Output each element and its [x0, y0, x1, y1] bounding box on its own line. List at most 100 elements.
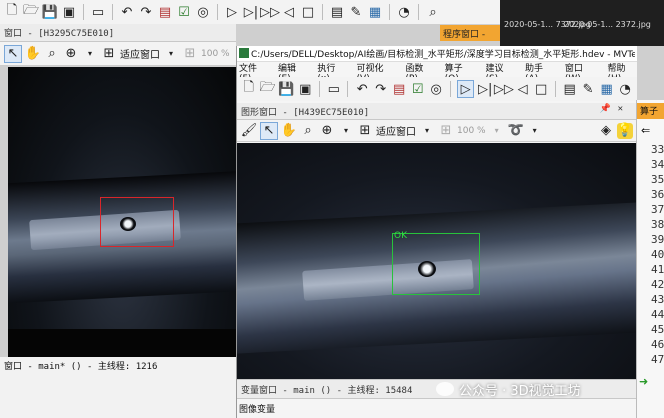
step-icon[interactable]: ▷|: [477, 81, 493, 97]
edit-icon[interactable]: ✎: [580, 81, 596, 97]
close-icon[interactable]: ✕: [618, 104, 623, 114]
fit-window-select[interactable]: 适应窗口: [376, 123, 416, 138]
menu-procedures[interactable]: 函数(P): [405, 61, 435, 84]
line-number: 37: [651, 203, 664, 216]
lightbulb-icon[interactable]: 💡: [617, 122, 633, 139]
run-icon[interactable]: ▷: [224, 4, 240, 20]
image-variables-tab[interactable]: 图像变量: [239, 402, 275, 415]
document-icon[interactable]: ▤: [329, 4, 345, 20]
clear-brush-icon[interactable]: 🖌: [241, 123, 258, 139]
chevron-down-icon[interactable]: ▾: [163, 46, 179, 62]
left-window-titlebar[interactable]: 窗口 - [H3295C75E010]: [0, 24, 236, 42]
chevron-down-icon[interactable]: ▾: [527, 123, 543, 139]
pointer-icon[interactable]: ↖: [260, 121, 278, 140]
timer-icon[interactable]: ◔: [617, 81, 633, 97]
record-icon[interactable]: ▭: [90, 4, 106, 20]
line-number: 44: [651, 308, 664, 321]
search-icon[interactable]: ⌕: [425, 4, 441, 20]
chevron-down-icon[interactable]: ▾: [338, 123, 354, 139]
chevron-down-icon[interactable]: ▾: [82, 46, 98, 62]
variables-tab-bar: 图像变量: [237, 399, 637, 418]
graphics-window-titlebar[interactable]: 图形窗口 - [H439EC75E010] 📌 ✕: [237, 103, 637, 120]
step-back-icon[interactable]: ◁: [515, 81, 531, 97]
main-window-titlebar[interactable]: C:/Users/DELL/Desktop/AI绘画/目标检测_水平矩形/深度学…: [237, 46, 637, 62]
canvas-dark-bottom: [8, 329, 236, 357]
redo-icon[interactable]: ↷: [138, 4, 154, 20]
variables-window-status: 变量窗口 - main () - 主线程: 15484: [241, 385, 413, 396]
undo-icon[interactable]: ↶: [354, 81, 370, 97]
back-arrow-icon[interactable]: ⇐: [641, 124, 650, 137]
zoom-in-icon[interactable]: ⊕: [319, 123, 335, 139]
edit-icon[interactable]: ✎: [348, 4, 364, 20]
pointer-icon[interactable]: ↖: [4, 44, 22, 63]
toolbar-separator: [449, 81, 451, 97]
main-window: C:/Users/DELL/Desktop/AI绘画/目标检测_水平矩形/深度学…: [236, 46, 637, 418]
step-icon[interactable]: ▷|: [243, 4, 259, 20]
operator-panel-titlebar[interactable]: 算子: [637, 103, 664, 119]
hand-icon[interactable]: ✋: [25, 46, 41, 62]
chevron-down-icon[interactable]: ▾: [419, 123, 435, 139]
line-number: 35: [651, 173, 664, 186]
save-all-icon[interactable]: ▣: [61, 4, 77, 20]
grid-icon[interactable]: ⊞: [438, 123, 454, 139]
grid-icon[interactable]: ⊞: [182, 46, 198, 62]
save-all-icon[interactable]: ▣: [298, 81, 314, 97]
document-icon[interactable]: ▤: [562, 81, 578, 97]
watermark-text: 公众号 · 3D视觉工坊: [459, 383, 581, 399]
line-number: 45: [651, 323, 664, 336]
draw-shape-icon[interactable]: ➰: [508, 123, 524, 139]
magnifier-icon[interactable]: ⌕: [44, 46, 60, 62]
open-icon[interactable]: 🗁: [23, 3, 39, 20]
menu-execute[interactable]: 执行(x): [317, 61, 347, 84]
program-icon[interactable]: ▤: [391, 81, 407, 97]
step-over-icon[interactable]: ▷▷: [494, 81, 514, 97]
binoculars-icon[interactable]: ◎: [195, 4, 211, 20]
chart-icon[interactable]: ▦: [599, 81, 615, 97]
layers-icon[interactable]: ◈: [598, 123, 614, 139]
main-image-canvas[interactable]: OK: [237, 143, 637, 379]
menu-window[interactable]: 窗口(W): [565, 61, 599, 84]
binoculars-icon[interactable]: ◎: [428, 81, 444, 97]
menu-help[interactable]: 帮助(H): [608, 61, 640, 84]
program-window-titlebar[interactable]: 程序窗口 -: [440, 25, 500, 41]
timer-icon[interactable]: ◔: [396, 4, 412, 20]
app-icon: [239, 48, 249, 58]
program-check-icon[interactable]: ☑: [176, 4, 192, 20]
pin-icon[interactable]: 📌: [600, 104, 611, 114]
zoom-field[interactable]: 100 %: [457, 126, 486, 136]
redo-icon[interactable]: ↷: [373, 81, 389, 97]
record-icon[interactable]: ▭: [326, 81, 342, 97]
menu-operators[interactable]: 算子(O): [445, 61, 477, 84]
fit-window-select[interactable]: 适应窗口: [120, 46, 160, 61]
menu-suggestions[interactable]: 建议(S): [485, 61, 516, 84]
run-icon[interactable]: ▷: [456, 80, 475, 98]
chevron-down-icon[interactable]: ▾: [489, 123, 505, 139]
save-icon[interactable]: 💾: [278, 81, 294, 97]
step-back-icon[interactable]: ◁: [281, 4, 297, 20]
new-file-icon[interactable]: 🗋: [4, 3, 20, 20]
magnifier-icon[interactable]: ⌕: [300, 123, 316, 139]
left-window-toolbar: ↖ ✋ ⌕ ⊕ ▾ ⊞ 适应窗口 ▾ ⊞ 100 %: [0, 42, 236, 66]
step-over-icon[interactable]: ▷▷: [260, 4, 280, 20]
left-window-status: 窗口 - main* () - 主线程: 1216: [4, 362, 158, 372]
file-name-2[interactable]: 2020-05-1... 2372.jpg: [564, 20, 651, 29]
menu-assistants[interactable]: 助手(A): [525, 61, 556, 84]
stop-icon[interactable]: □: [300, 4, 316, 20]
zoom-field[interactable]: 100 %: [201, 49, 230, 59]
chart-icon[interactable]: ▦: [367, 4, 383, 20]
hand-icon[interactable]: ✋: [281, 123, 297, 139]
save-icon[interactable]: 💾: [42, 4, 58, 20]
program-check-icon[interactable]: ☑: [410, 81, 426, 97]
program-icon[interactable]: ▤: [157, 4, 173, 20]
menu-visualize[interactable]: 可视化(V): [357, 61, 397, 84]
menu-edit[interactable]: 编辑(E): [278, 61, 308, 84]
open-icon[interactable]: 🗁: [259, 80, 275, 97]
fit-window-icon[interactable]: ⊞: [357, 123, 373, 139]
undo-icon[interactable]: ↶: [119, 4, 135, 20]
stop-icon[interactable]: □: [533, 81, 549, 97]
menu-file[interactable]: 文件(F): [239, 61, 269, 84]
left-image-canvas[interactable]: [8, 67, 236, 357]
zoom-in-icon[interactable]: ⊕: [63, 46, 79, 62]
new-file-icon[interactable]: 🗋: [241, 80, 257, 97]
fit-window-icon[interactable]: ⊞: [101, 46, 117, 62]
